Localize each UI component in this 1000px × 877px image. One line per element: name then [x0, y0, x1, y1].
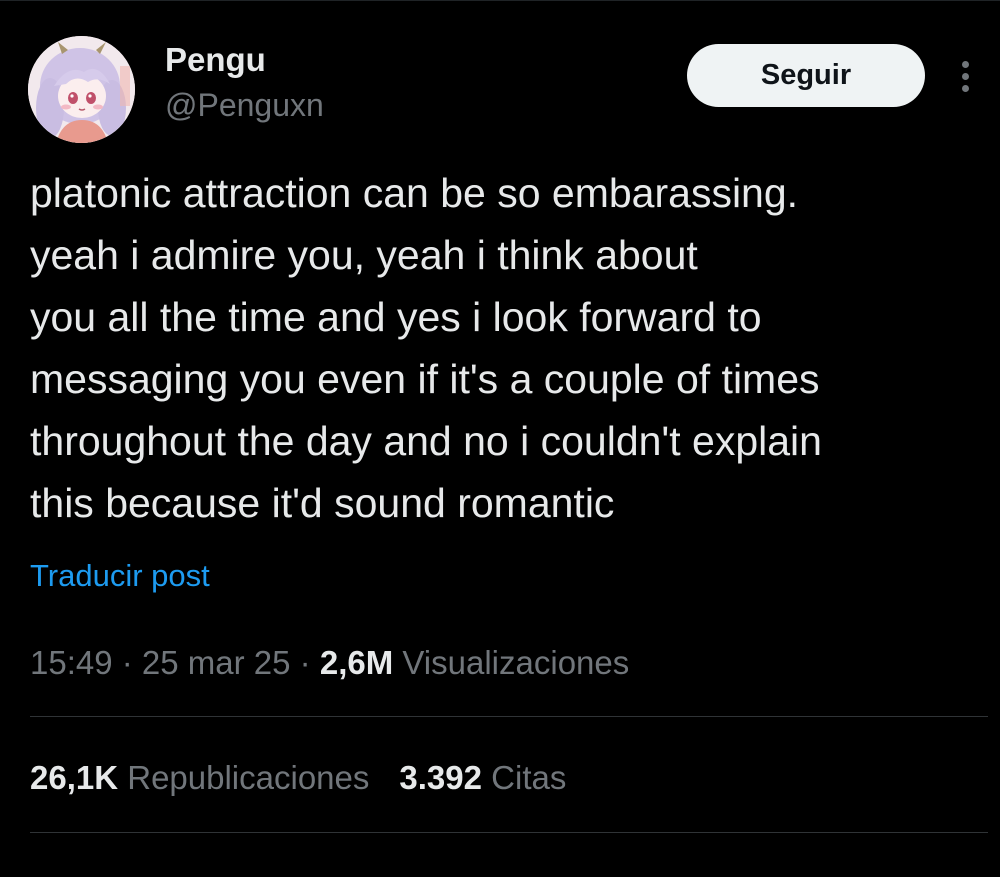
avatar[interactable] [28, 36, 135, 143]
views-count: 2,6M [319, 644, 394, 681]
quotes-label: Citas [491, 759, 567, 796]
post-date[interactable]: 25 mar 25 [142, 644, 291, 681]
author-display-name[interactable]: Pengu [165, 40, 266, 80]
meta-separator: · [112, 644, 142, 681]
more-dot [962, 85, 969, 92]
reposts-stat[interactable]: 26,1K Republicaciones [30, 759, 369, 796]
translate-post-link[interactable]: Traducir post [30, 556, 210, 596]
post-stats: 26,1K Republicaciones 3.392 Citas [30, 756, 566, 800]
reposts-label: Republicaciones [127, 759, 370, 796]
quotes-stat[interactable]: 3.392 Citas [399, 759, 566, 796]
views-label: Visualizaciones [402, 644, 630, 681]
meta-separator: · [290, 644, 320, 681]
post-meta: 15:49 · 25 mar 25 · 2,6M Visualizaciones [30, 641, 629, 685]
reposts-count: 26,1K [30, 759, 119, 796]
more-dot [962, 61, 969, 68]
post-text: platonic attraction can be so embarassin… [30, 170, 822, 526]
divider [30, 832, 988, 833]
more-vertical-icon[interactable] [954, 58, 978, 94]
quotes-count: 3.392 [399, 759, 482, 796]
author-handle[interactable]: @Penguxn [165, 85, 324, 125]
follow-button[interactable]: Seguir [687, 44, 925, 107]
post-time[interactable]: 15:49 [30, 644, 113, 681]
more-dot [962, 73, 969, 80]
avatar-image [28, 36, 135, 143]
top-divider [0, 0, 1000, 1]
divider [30, 716, 988, 717]
